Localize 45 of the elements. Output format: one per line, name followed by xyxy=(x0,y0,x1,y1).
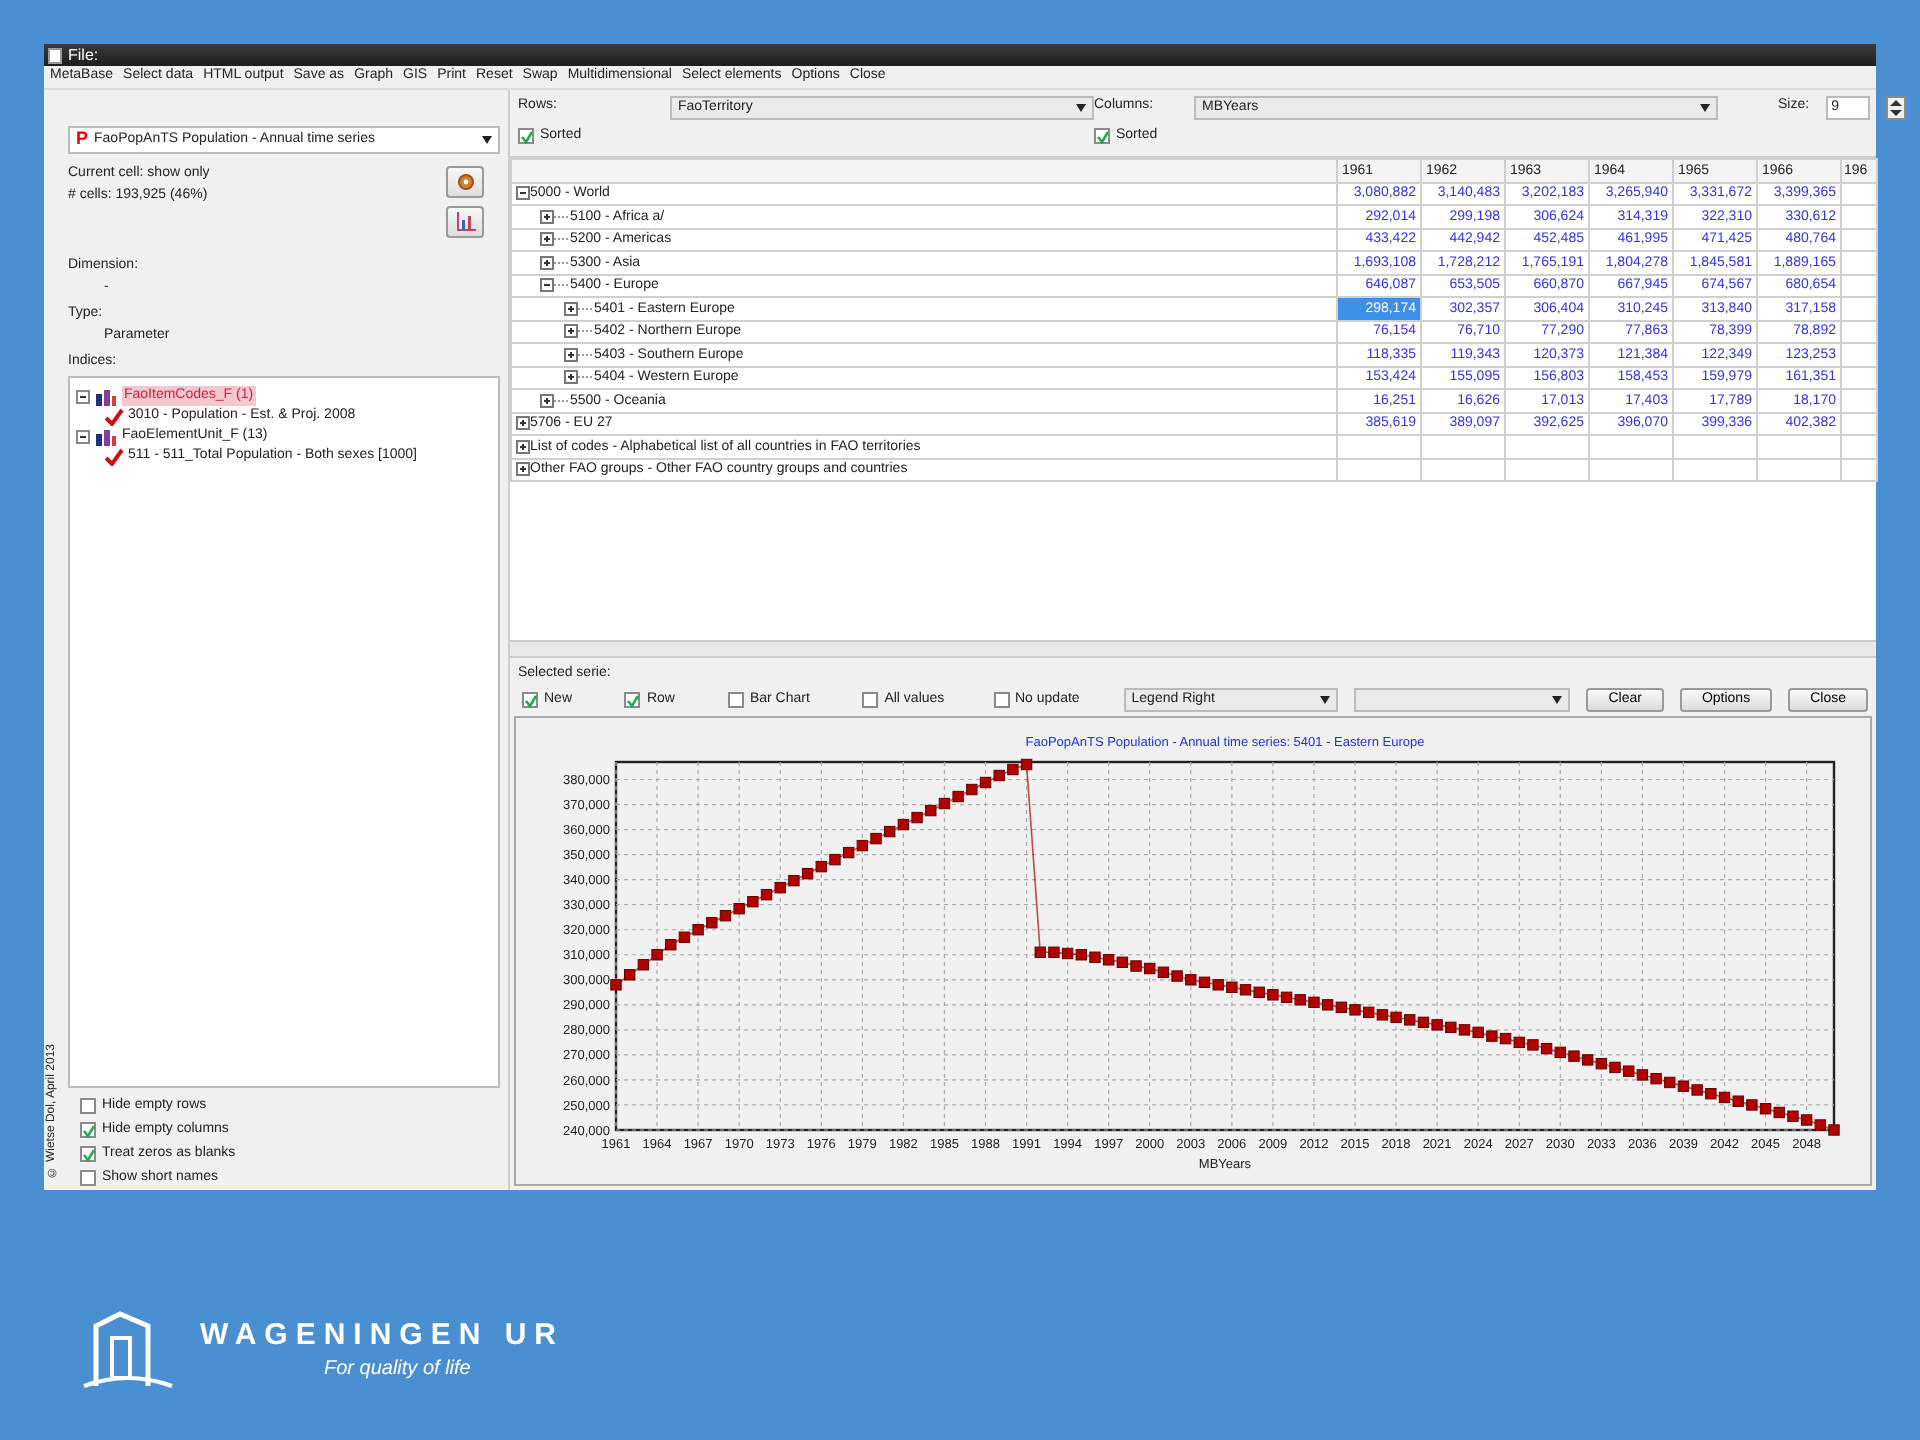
checkbox[interactable] xyxy=(80,1146,96,1162)
expand-icon[interactable] xyxy=(564,370,578,385)
dropdown-arrow-icon[interactable] xyxy=(1076,104,1086,112)
checkbox[interactable] xyxy=(727,692,744,708)
checkbox[interactable] xyxy=(518,128,534,144)
logo-letter: P xyxy=(76,126,89,153)
collapse-icon[interactable] xyxy=(76,429,90,443)
expand-icon[interactable] xyxy=(516,416,530,431)
document-icon xyxy=(48,47,62,63)
expand-icon[interactable] xyxy=(564,301,578,316)
expand-icon[interactable] xyxy=(564,324,578,339)
tagline: For quality of life xyxy=(324,1356,473,1384)
expand-icon[interactable] xyxy=(564,347,578,362)
expand-icon[interactable] xyxy=(540,255,554,270)
checkmark-icon[interactable] xyxy=(104,447,124,465)
collapse-icon[interactable] xyxy=(516,186,530,201)
checkbox[interactable] xyxy=(1094,128,1110,144)
chart-button[interactable] xyxy=(446,206,484,238)
collapse-icon[interactable] xyxy=(540,278,554,293)
checkbox[interactable] xyxy=(993,692,1009,708)
checkbox[interactable] xyxy=(80,1122,96,1138)
checkbox[interactable] xyxy=(624,692,641,708)
cube-chart-icon xyxy=(94,427,118,445)
logo-drawing xyxy=(80,1310,176,1390)
dropdown-arrow-icon[interactable] xyxy=(1319,696,1329,704)
expand-icon[interactable] xyxy=(540,393,554,408)
brand-name: WAGENINGEN UR xyxy=(200,1318,565,1354)
cube-chart-icon xyxy=(94,387,118,405)
checkbox[interactable] xyxy=(80,1170,96,1186)
checkbox[interactable] xyxy=(522,692,538,708)
dropdown-arrow-icon[interactable] xyxy=(482,136,492,144)
expand-icon[interactable] xyxy=(516,462,530,477)
dropdown-arrow-icon[interactable] xyxy=(1700,104,1710,112)
expand-icon[interactable] xyxy=(540,209,554,224)
checkmark-icon[interactable] xyxy=(104,407,124,425)
expand-icon[interactable] xyxy=(540,232,554,247)
horizontal-scrollbar[interactable] xyxy=(510,640,1876,656)
dropdown-arrow-icon[interactable] xyxy=(1552,696,1563,704)
collapse-icon[interactable] xyxy=(76,389,90,403)
window-title: File: xyxy=(68,43,99,67)
checkbox[interactable] xyxy=(80,1098,96,1114)
bar-chart-icon xyxy=(455,212,475,232)
expand-icon[interactable] xyxy=(516,439,530,454)
spinner-icon[interactable] xyxy=(1885,96,1906,120)
checkbox[interactable] xyxy=(862,692,879,708)
